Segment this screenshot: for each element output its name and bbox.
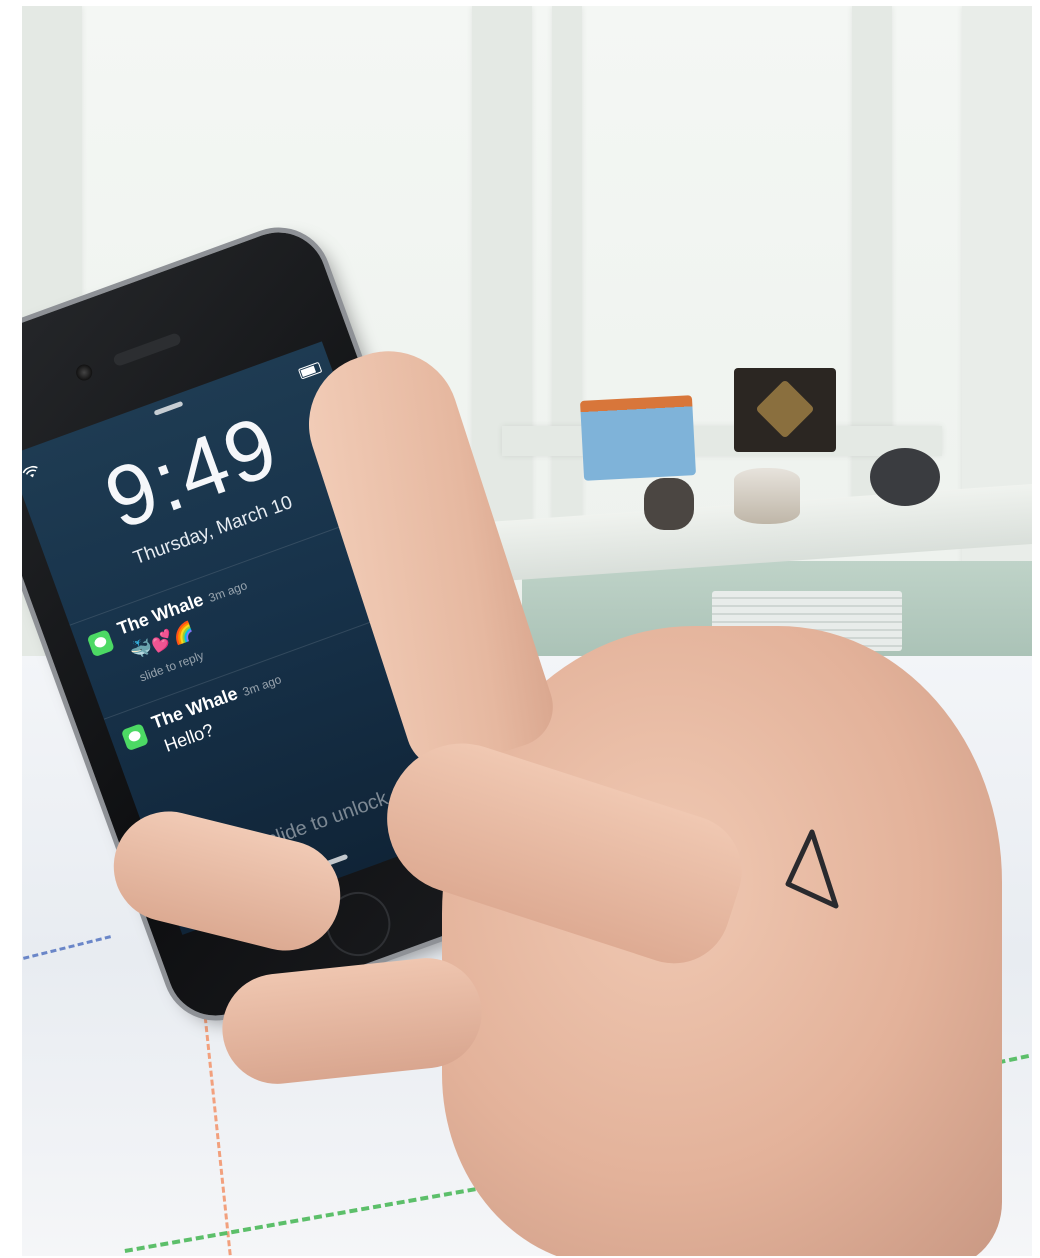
- figurine: [644, 478, 694, 530]
- notification-center-grabber[interactable]: [153, 400, 184, 416]
- stone: [870, 448, 940, 506]
- triangle-tattoo-icon: [785, 829, 839, 909]
- speaker-grille: [112, 332, 183, 368]
- tin-jar: [734, 468, 800, 524]
- notification-time: 3m ago: [206, 578, 249, 606]
- card-blue: [579, 395, 697, 481]
- photo: 9:49 Thursday, March 10 The Whale3m ago …: [22, 6, 1032, 1256]
- notification-time: 3m ago: [240, 672, 284, 700]
- front-camera-icon: [73, 362, 95, 383]
- messages-icon: [120, 723, 150, 752]
- messages-icon: [86, 629, 115, 658]
